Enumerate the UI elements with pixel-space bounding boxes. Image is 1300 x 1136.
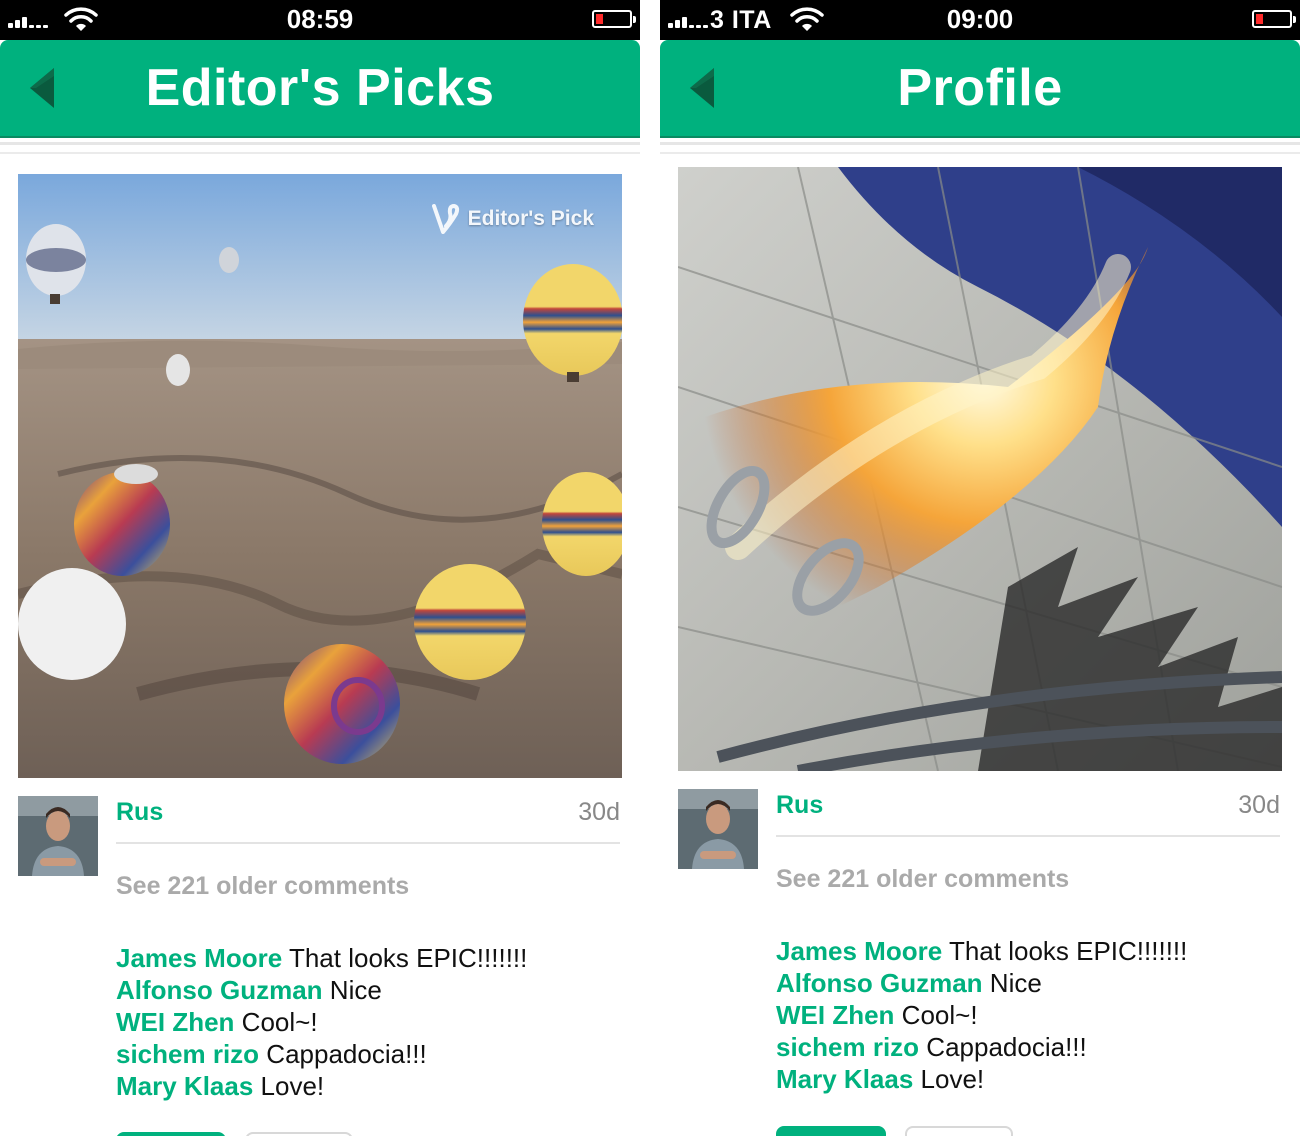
comment-text: Cappadocia!!!: [926, 1032, 1087, 1062]
meta-divider: [116, 842, 620, 844]
username-link[interactable]: Rus: [116, 798, 163, 827]
comment-text: That looks EPIC!!!!!!!: [288, 943, 528, 973]
like-button[interactable]: [776, 1126, 886, 1136]
comment-user-link[interactable]: James Moore: [776, 936, 942, 966]
burner-flame-video-frame: [678, 167, 1282, 771]
comment-item: James Moore That looks EPIC!!!!!!!: [776, 935, 1290, 967]
comment-text: Nice: [329, 975, 382, 1005]
comment-user-link[interactable]: Alfonso Guzman: [776, 968, 983, 998]
comment-item: sichem rizo Cappadocia!!!: [116, 1038, 630, 1070]
comment-text: Love!: [920, 1064, 985, 1094]
comment-button[interactable]: [245, 1132, 353, 1136]
balloons-video-frame: [18, 174, 622, 778]
comment-text: That looks EPIC!!!!!!!: [948, 936, 1188, 966]
avatar-photo: [18, 796, 98, 876]
battery-icon: [1252, 10, 1296, 28]
header-divider: [0, 142, 640, 154]
page-title: Profile: [897, 59, 1063, 117]
comment-user-link[interactable]: WEI Zhen: [776, 1000, 894, 1030]
comment-list: James Moore That looks EPIC!!!!!!! Alfon…: [116, 942, 630, 1102]
comment-user-link[interactable]: James Moore: [116, 943, 282, 973]
comment-list: James Moore That looks EPIC!!!!!!! Alfon…: [776, 935, 1290, 1095]
nav-header: Profile: [660, 40, 1300, 138]
username-link[interactable]: Rus: [776, 791, 823, 820]
comment-item: WEI Zhen Cool~!: [776, 999, 1290, 1031]
avatar[interactable]: [18, 796, 98, 876]
comment-text: Cappadocia!!!: [266, 1039, 427, 1069]
screenshot-divider: [640, 0, 660, 1136]
comment-text: Cool~!: [901, 1000, 978, 1030]
nav-header: Editor's Picks: [0, 40, 640, 138]
status-bar: 08:59: [0, 0, 640, 40]
comment-item: Mary Klaas Love!: [776, 1063, 1290, 1095]
comment-user-link[interactable]: sichem rizo: [776, 1032, 919, 1062]
comment-item: Mary Klaas Love!: [116, 1070, 630, 1102]
avatar-photo: [678, 789, 758, 869]
comment-user-link[interactable]: sichem rizo: [116, 1039, 259, 1069]
see-older-comments-link[interactable]: See 221 older comments: [776, 865, 1069, 894]
meta-divider: [776, 835, 1280, 837]
phone-profile: 3 ITA 09:00 Profile Rus 30d See 221 olde…: [660, 0, 1300, 1136]
comment-user-link[interactable]: Mary Klaas: [116, 1071, 253, 1101]
comment-user-link[interactable]: WEI Zhen: [116, 1007, 234, 1037]
comment-item: WEI Zhen Cool~!: [116, 1006, 630, 1038]
comment-button[interactable]: [905, 1126, 1013, 1136]
vine-logo-icon: [431, 204, 459, 234]
video-player[interactable]: Editor's Pick: [18, 174, 622, 778]
comment-item: Alfonso Guzman Nice: [776, 967, 1290, 999]
comment-text: Nice: [989, 968, 1042, 998]
comment-text: Love!: [260, 1071, 325, 1101]
comment-item: James Moore That looks EPIC!!!!!!!: [116, 942, 630, 974]
clock: 09:00: [946, 4, 1014, 34]
clock: 08:59: [286, 4, 354, 34]
comment-user-link[interactable]: Mary Klaas: [776, 1064, 913, 1094]
comment-item: Alfonso Guzman Nice: [116, 974, 630, 1006]
badge-label: Editor's Pick: [467, 207, 594, 230]
comment-text: Cool~!: [241, 1007, 318, 1037]
post-age: 30d: [1238, 791, 1280, 819]
like-button[interactable]: [116, 1132, 226, 1136]
phone-editors-picks: 08:59 Editor's Picks Editor's Pick Rus 3…: [0, 0, 640, 1136]
post-age: 30d: [578, 798, 620, 826]
header-divider: [660, 142, 1300, 154]
video-player[interactable]: [678, 167, 1282, 771]
avatar[interactable]: [678, 789, 758, 869]
comment-user-link[interactable]: Alfonso Guzman: [116, 975, 323, 1005]
comment-item: sichem rizo Cappadocia!!!: [776, 1031, 1290, 1063]
page-title: Editor's Picks: [145, 59, 495, 117]
see-older-comments-link[interactable]: See 221 older comments: [116, 872, 409, 901]
status-bar: 3 ITA 09:00: [660, 0, 1300, 40]
battery-icon: [592, 10, 636, 28]
editors-pick-badge: Editor's Pick: [430, 202, 594, 236]
